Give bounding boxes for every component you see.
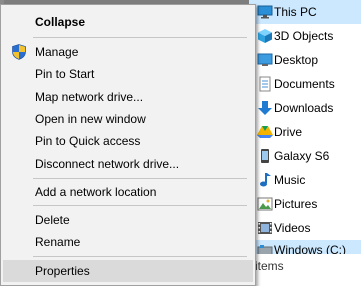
nav-item-label: Videos: [274, 221, 311, 235]
nav-item-3d-objects[interactable]: 3D Objects: [249, 24, 361, 48]
navigation-pane: This PC 3D Objects Desktop Documents Dow…: [249, 0, 361, 286]
nav-item-windows-c[interactable]: Windows (C:): [249, 240, 361, 254]
menu-separator: [33, 178, 247, 179]
menu-separator: [33, 37, 247, 38]
music-note-icon: [257, 172, 273, 188]
menu-item-manage[interactable]: Manage: [3, 41, 253, 63]
shield-icon: [12, 44, 26, 60]
disk-icon: [257, 242, 273, 254]
nav-item-videos[interactable]: Videos: [249, 216, 361, 240]
menu-item-label: Properties: [35, 264, 90, 278]
nav-item-label: Galaxy S6: [274, 149, 330, 163]
menu-item-label: Open in new window: [35, 112, 146, 126]
nav-item-documents[interactable]: Documents: [249, 72, 361, 96]
nav-item-label: This PC: [274, 5, 317, 19]
documents-icon: [257, 76, 273, 92]
phone-icon: [257, 148, 273, 164]
nav-item-galaxy-s6[interactable]: Galaxy S6: [249, 144, 361, 168]
nav-item-label: 3D Objects: [274, 29, 334, 43]
menu-item-open-in-new-window[interactable]: Open in new window: [3, 108, 253, 130]
menu-item-label: Manage: [35, 45, 79, 59]
nav-item-drive[interactable]: Drive: [249, 120, 361, 144]
computer-icon: [257, 4, 273, 20]
menu-item-label: Map network drive...: [35, 90, 144, 104]
nav-item-this-pc[interactable]: This PC: [249, 0, 361, 24]
nav-item-downloads[interactable]: Downloads: [249, 96, 361, 120]
desktop-icon: [257, 52, 273, 68]
menu-item-pin-to-start[interactable]: Pin to Start: [3, 63, 253, 85]
menu-item-collapse[interactable]: Collapse: [3, 11, 253, 33]
menu-item-disconnect-network-drive[interactable]: Disconnect network drive...: [3, 153, 253, 175]
download-arrow-icon: [257, 100, 273, 116]
pictures-icon: [257, 196, 273, 212]
nav-item-label: Desktop: [274, 53, 319, 67]
nav-item-pictures[interactable]: Pictures: [249, 192, 361, 216]
nav-item-label: Drive: [274, 125, 303, 139]
menu-separator: [33, 256, 247, 257]
nav-item-music[interactable]: Music: [249, 168, 361, 192]
menu-separator: [33, 205, 247, 206]
menu-item-label: Delete: [35, 213, 70, 227]
menu-item-properties[interactable]: Properties: [3, 260, 253, 282]
cube-icon: [257, 28, 273, 44]
menu-item-add-network-location[interactable]: Add a network location: [3, 181, 253, 203]
nav-item-desktop[interactable]: Desktop: [249, 48, 361, 72]
nav-item-label: Pictures: [274, 197, 318, 211]
menu-item-label: Pin to Start: [35, 67, 95, 81]
nav-item-label: Windows (C:): [274, 243, 347, 254]
drive-icon: [257, 124, 273, 140]
menu-item-label: Rename: [35, 235, 81, 249]
nav-item-label: Downloads: [274, 101, 334, 115]
status-bar: items: [249, 254, 361, 278]
nav-item-label: Documents: [274, 77, 335, 91]
menu-item-label: Add a network location: [35, 185, 157, 199]
menu-item-pin-to-quick-access[interactable]: Pin to Quick access: [3, 130, 253, 152]
status-bar-text: items: [255, 259, 284, 273]
nav-item-label: Music: [274, 173, 306, 187]
menu-item-label: Disconnect network drive...: [35, 157, 180, 171]
menu-item-delete[interactable]: Delete: [3, 209, 253, 231]
menu-item-map-network-drive[interactable]: Map network drive...: [3, 86, 253, 108]
context-menu: Collapse Manage Pin to Start Map network…: [0, 4, 256, 286]
menu-item-rename[interactable]: Rename: [3, 231, 253, 253]
menu-item-label: Pin to Quick access: [35, 134, 141, 148]
menu-item-label: Collapse: [35, 15, 86, 29]
film-icon: [257, 220, 273, 236]
